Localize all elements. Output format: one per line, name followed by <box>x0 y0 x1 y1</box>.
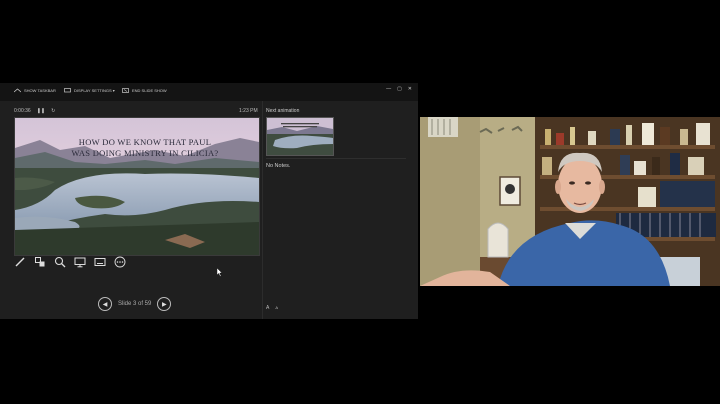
presenter-toolbar: SHOW TASKBAR DISPLAY SETTINGS ▾ END SLID… <box>0 83 418 101</box>
slide-title: HOW DO WE KNOW THAT PAUL WAS DOING MINIS… <box>55 137 235 159</box>
close-button[interactable]: ✕ <box>408 86 412 92</box>
timer: 0:00:36 ❚❚ ↻ <box>14 108 55 114</box>
elapsed-time: 0:00:36 <box>14 108 31 114</box>
laser-pointer-icon[interactable] <box>34 256 46 268</box>
next-animation-label: Next animation <box>266 108 300 114</box>
minimize-button[interactable]: — <box>386 86 391 92</box>
increase-font-button[interactable]: A <box>266 305 269 311</box>
next-slide-button[interactable]: ▶ <box>157 297 172 311</box>
presenter-video-image <box>420 117 720 286</box>
notes-font-controls: A A <box>266 305 278 311</box>
end-slide-show-button[interactable]: END SLIDE SHOW <box>122 88 167 93</box>
zoom-icon[interactable] <box>54 256 66 268</box>
display-settings-button[interactable]: DISPLAY SETTINGS ▾ <box>64 88 115 93</box>
end-slide-show-label: END SLIDE SHOW <box>132 88 167 93</box>
slide-tools <box>14 256 126 268</box>
slide-navigation: ◀ Slide 3 of 59 ▶ <box>98 297 172 311</box>
presenter-view: SHOW TASKBAR DISPLAY SETTINGS ▾ END SLID… <box>0 83 418 319</box>
pane-divider[interactable] <box>262 101 263 319</box>
slide-counter[interactable]: Slide 3 of 59 <box>118 301 151 307</box>
maximize-button[interactable]: ▢ <box>397 86 402 92</box>
subtitles-icon[interactable] <box>94 256 106 268</box>
monitor-icon[interactable] <box>74 256 86 268</box>
chevron-left-icon: ◀ <box>102 301 108 308</box>
window-controls: — ▢ ✕ <box>386 86 412 92</box>
slide-title-line-2: WAS DOING MINISTRY IN CILICIA? <box>71 148 219 158</box>
mouse-cursor-icon <box>217 268 223 277</box>
webcam-video-feed <box>420 117 720 286</box>
show-taskbar-button[interactable]: SHOW TASKBAR <box>14 88 56 93</box>
taskbar-icon <box>14 88 21 93</box>
more-icon[interactable] <box>114 256 126 268</box>
display-settings-label: DISPLAY SETTINGS ▾ <box>74 88 115 93</box>
show-taskbar-label: SHOW TASKBAR <box>24 88 56 93</box>
thumbnail-image <box>267 118 333 155</box>
notes-divider[interactable] <box>266 158 406 159</box>
current-slide: HOW DO WE KNOW THAT PAUL WAS DOING MINIS… <box>14 117 260 256</box>
chevron-right-icon: ▶ <box>162 301 167 308</box>
display-icon <box>64 88 71 93</box>
end-show-icon <box>122 88 129 93</box>
next-slide-thumbnail <box>266 117 334 156</box>
speaker-notes: No Notes. <box>266 163 291 169</box>
pen-icon[interactable] <box>14 256 26 268</box>
slide-title-line-1: HOW DO WE KNOW THAT PAUL <box>78 137 212 147</box>
pause-icon[interactable]: ❚❚ <box>37 108 45 114</box>
previous-slide-button[interactable]: ◀ <box>98 297 112 311</box>
reset-icon[interactable]: ↻ <box>51 108 55 114</box>
clock: 1:23 PM <box>239 108 258 114</box>
decrease-font-button[interactable]: A <box>275 305 278 311</box>
